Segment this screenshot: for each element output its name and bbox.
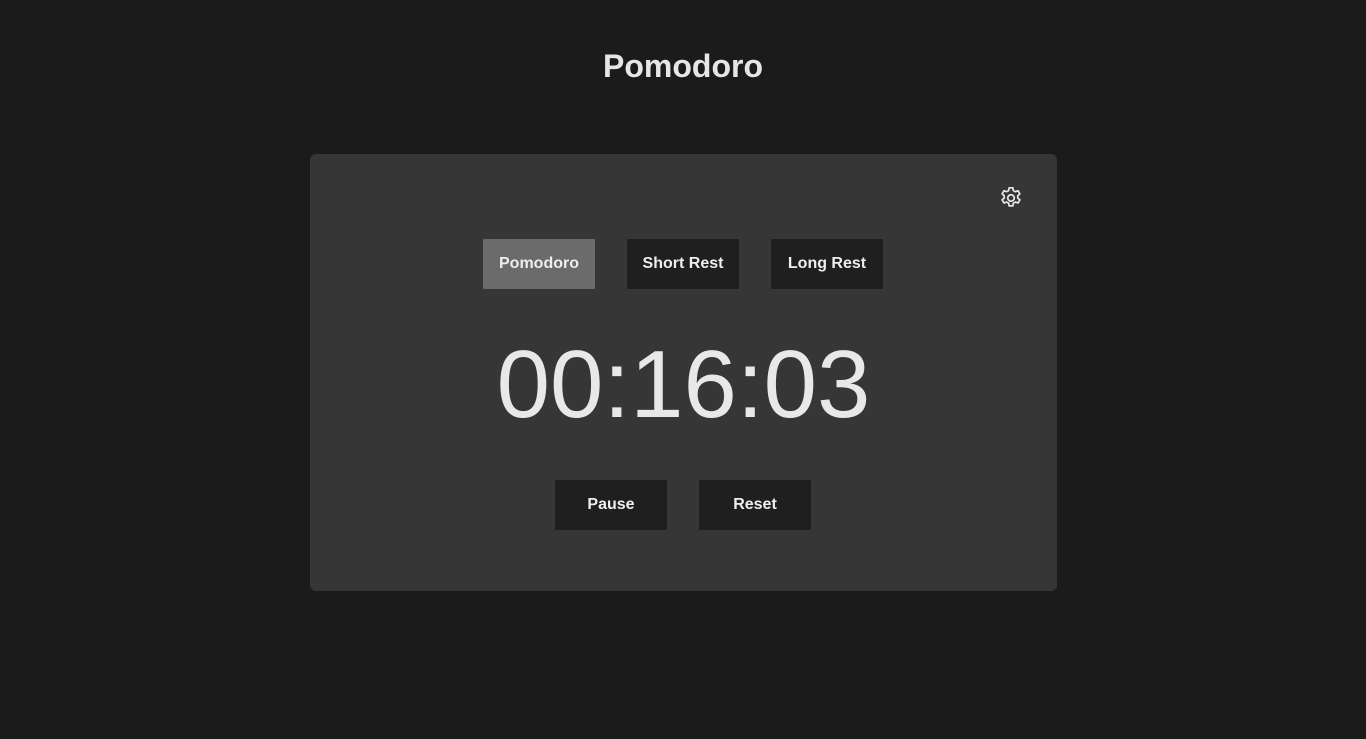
- timer-display: 00:16:03: [496, 331, 871, 438]
- gear-icon: [998, 185, 1024, 211]
- timer-card: Pomodoro Short Rest Long Rest 00:16:03 P…: [310, 154, 1057, 591]
- mode-tabs: Pomodoro Short Rest Long Rest: [483, 239, 883, 289]
- timer-controls: Pause Reset: [555, 480, 811, 530]
- tab-short-rest[interactable]: Short Rest: [627, 239, 739, 289]
- page: Pomodoro Pomodoro Short Rest Long Rest 0…: [0, 0, 1366, 739]
- tab-pomodoro[interactable]: Pomodoro: [483, 239, 595, 289]
- reset-button[interactable]: Reset: [699, 480, 811, 530]
- pause-button[interactable]: Pause: [555, 480, 667, 530]
- settings-button[interactable]: [996, 183, 1026, 213]
- page-title: Pomodoro: [603, 48, 763, 84]
- tab-long-rest[interactable]: Long Rest: [771, 239, 883, 289]
